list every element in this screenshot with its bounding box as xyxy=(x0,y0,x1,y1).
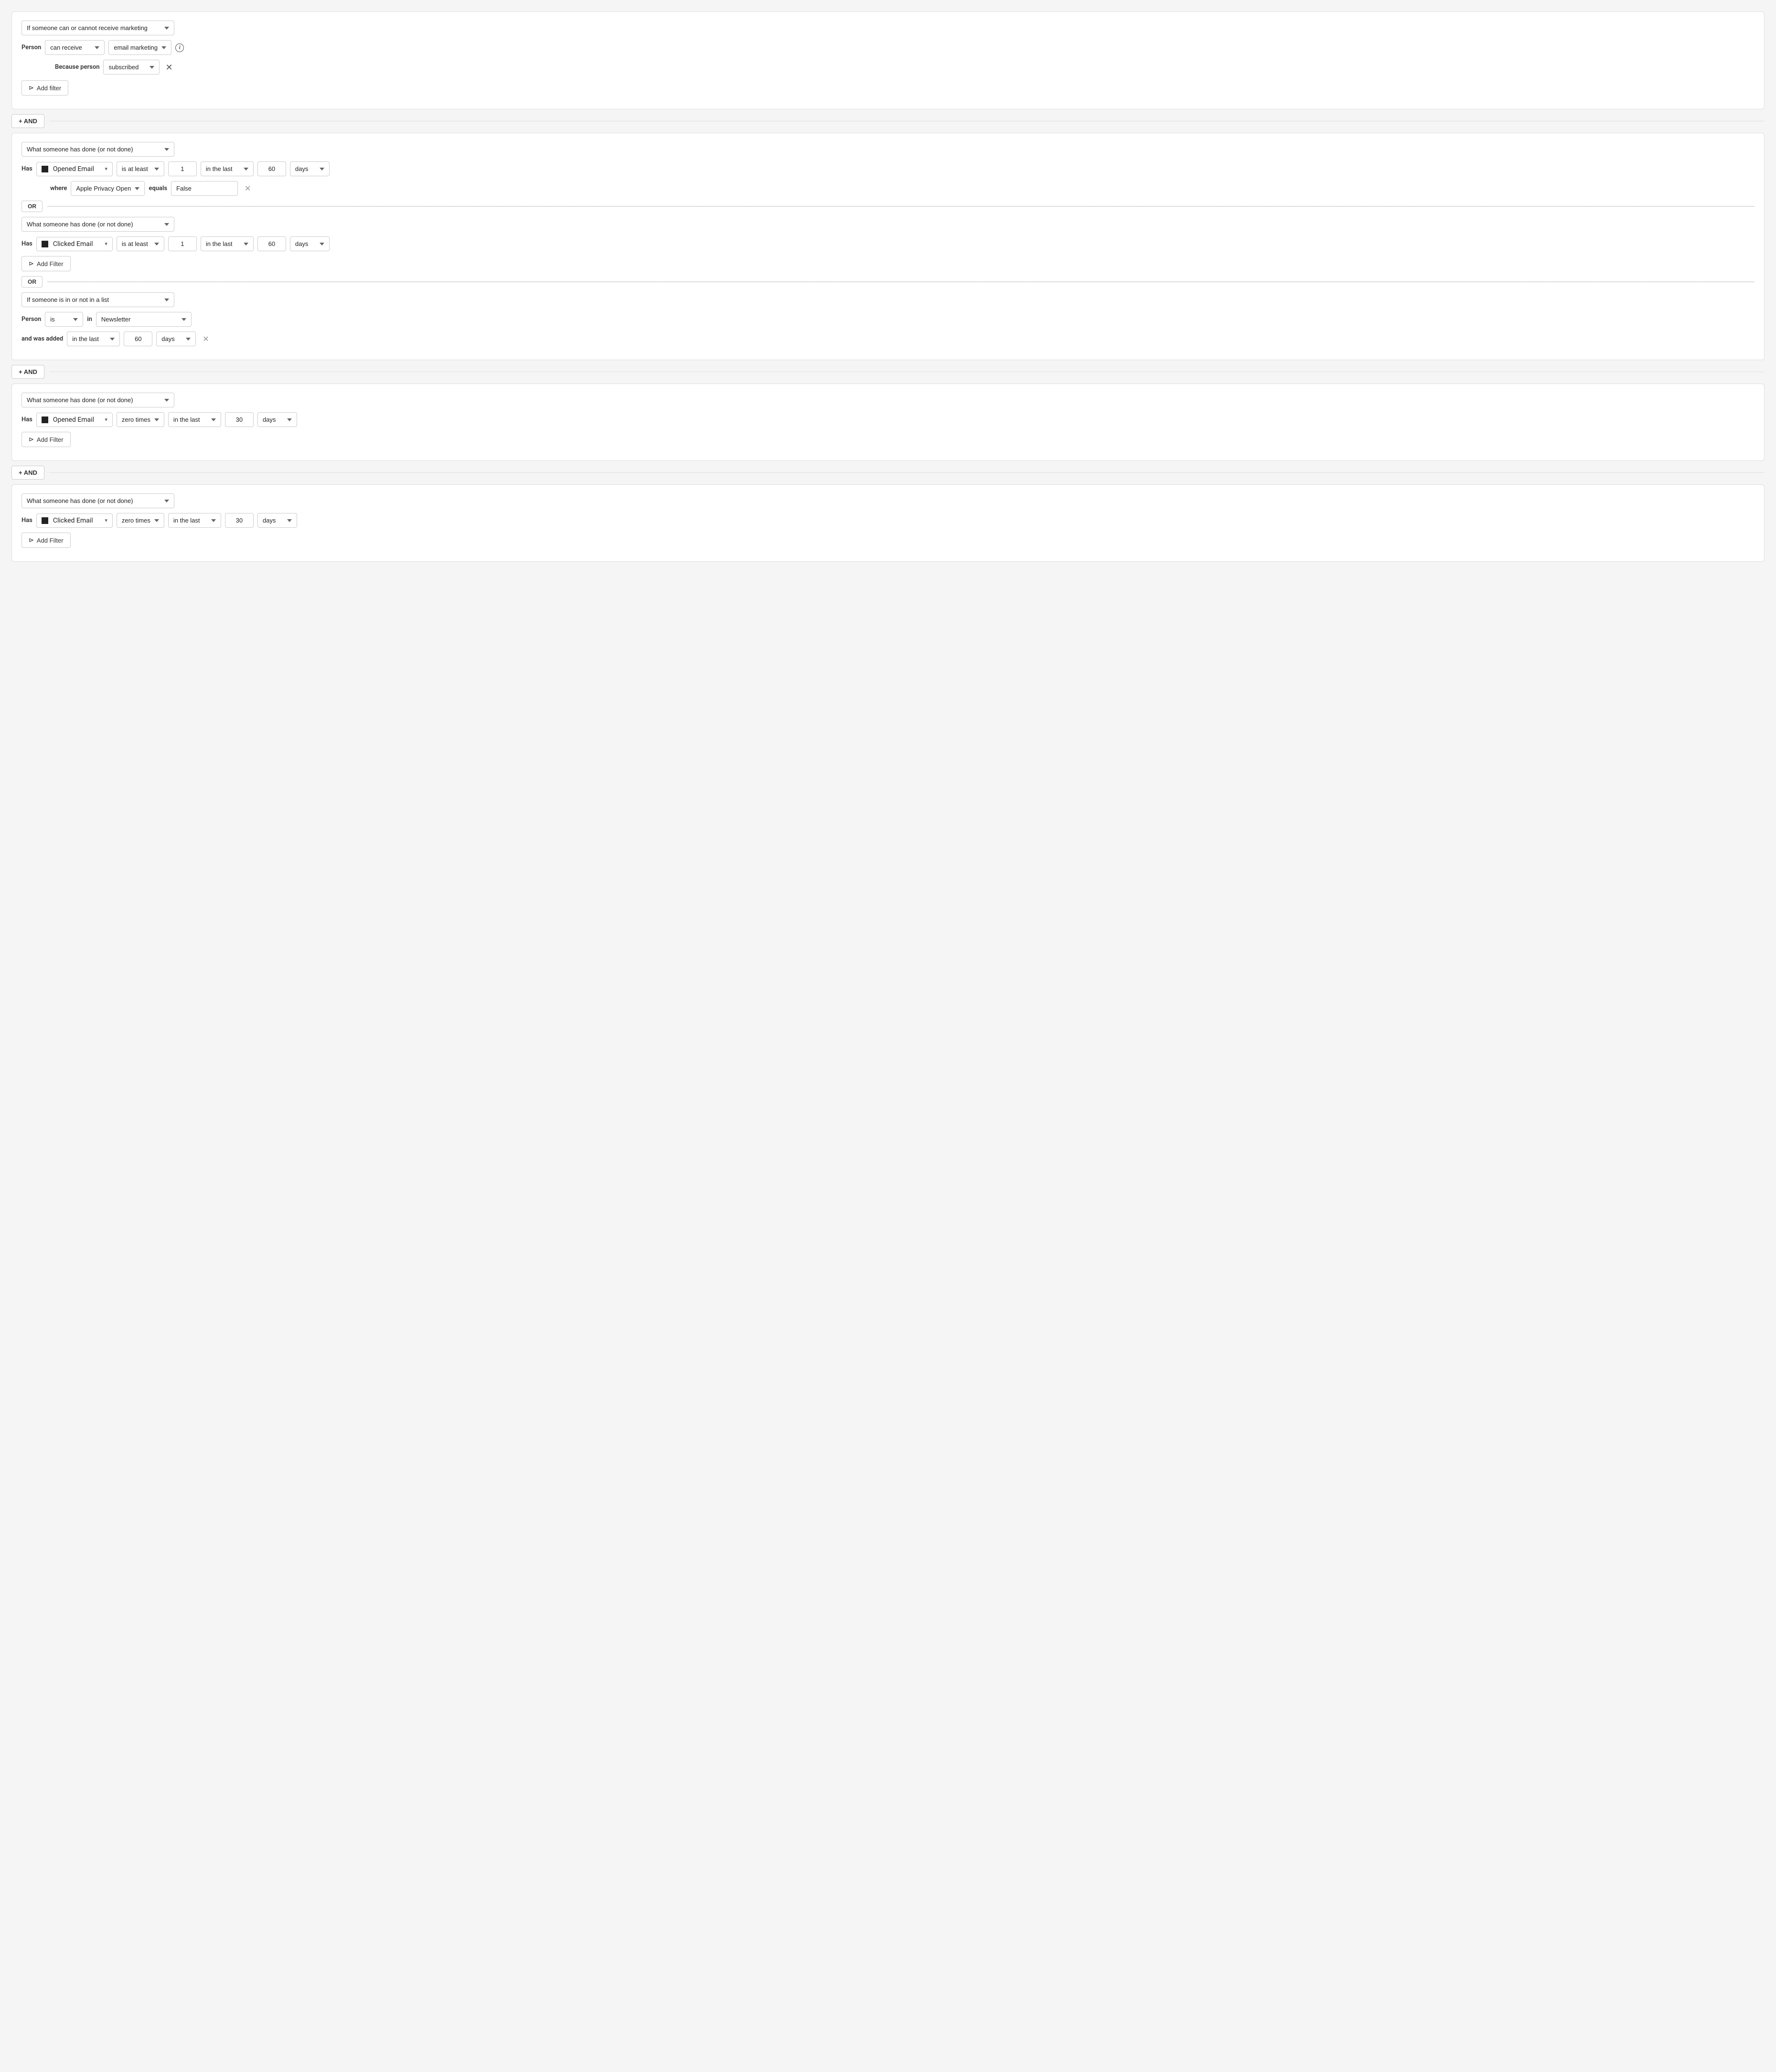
and-was-added-label: and was added xyxy=(21,335,63,342)
group3-section: What someone has done (or not done) Has … xyxy=(11,484,1765,562)
condition-clicked1: What someone has done (or not done) Has … xyxy=(21,217,1755,271)
where-value-input[interactable] xyxy=(171,181,238,196)
time-range-select-clicked1[interactable]: in the last over all time xyxy=(201,236,254,251)
where-label: where xyxy=(50,185,67,192)
in-label-list: in xyxy=(87,316,92,323)
list-time-close-btn[interactable]: ✕ xyxy=(200,333,212,344)
and-line-3 xyxy=(49,472,1765,473)
days-unit-select-opened2[interactable]: days weeks months xyxy=(257,412,297,427)
condition-opened1: What someone has done (or not done) Has … xyxy=(21,142,1755,196)
and-connector-3: + AND xyxy=(11,461,1765,484)
add-filter-label-4: Add Filter xyxy=(37,537,64,544)
marketing-section: If someone can or cannot receive marketi… xyxy=(11,11,1765,109)
where-field-select[interactable]: Apple Privacy Open Campaign Name Subject xyxy=(71,181,145,196)
condition-clicked1-top-dropdown[interactable]: What someone has done (or not done) xyxy=(21,217,174,232)
and-button-2[interactable]: + AND xyxy=(11,365,44,379)
list-name-select[interactable]: Newsletter VIP List Subscribers xyxy=(96,312,192,327)
event-label-1: Opened Email xyxy=(53,165,94,173)
days-input-opened2[interactable] xyxy=(225,412,254,427)
days-input-list[interactable] xyxy=(124,331,152,346)
and-button-1[interactable]: + AND xyxy=(11,114,44,128)
group3-top-dropdown[interactable]: What someone has done (or not done) xyxy=(21,493,174,508)
group1-section: What someone has done (or not done) Has … xyxy=(11,133,1765,360)
or-button-2[interactable]: OR xyxy=(21,276,43,288)
has-label-1: Has xyxy=(21,165,32,172)
has-label-3: Has xyxy=(21,416,32,423)
count-input-clicked1[interactable] xyxy=(168,236,197,251)
or-line-1 xyxy=(47,206,1755,207)
event-select-clicked1[interactable]: Clicked Email xyxy=(36,237,113,251)
frequency-select-opened2[interactable]: is at least is at most zero times xyxy=(117,412,164,427)
condition-opened1-top-dropdown[interactable]: What someone has done (or not done) xyxy=(21,142,174,157)
email-icon-4 xyxy=(42,517,48,524)
add-filter-button-clicked2[interactable]: ⊳ Add Filter xyxy=(21,533,71,548)
event-label-4: Clicked Email xyxy=(53,517,93,524)
condition-list1: If someone is in or not in a list Person… xyxy=(21,292,1755,346)
add-filter-label-3: Add Filter xyxy=(37,436,64,443)
or-connector-1: OR xyxy=(21,201,1755,212)
count-input-opened1[interactable] xyxy=(168,161,197,176)
time-range-select-opened2[interactable]: in the last over all time xyxy=(168,412,221,427)
group2-section: What someone has done (or not done) Has … xyxy=(11,384,1765,461)
add-filter-button-marketing[interactable]: ⊳ Add filter xyxy=(21,80,68,96)
group2-top-dropdown[interactable]: What someone has done (or not done) xyxy=(21,393,174,407)
filter-icon: ⊳ xyxy=(29,84,34,92)
event-select-clicked2[interactable]: Clicked Email xyxy=(36,513,113,528)
event-select-opened2[interactable]: Opened Email xyxy=(36,413,113,427)
is-select-list[interactable]: is is not xyxy=(45,312,83,327)
add-filter-label-2: Add Filter xyxy=(37,260,64,267)
because-person-row: Because person subscribed unsubscribed ✕ xyxy=(55,60,1755,75)
add-filter-label: Add filter xyxy=(37,85,61,92)
info-icon[interactable]: i xyxy=(175,43,184,52)
days-input-opened1[interactable] xyxy=(257,161,286,176)
days-unit-select-opened1[interactable]: days weeks months xyxy=(290,161,330,176)
because-person-label: Because person xyxy=(55,64,99,71)
person-label-list: Person xyxy=(21,316,41,323)
filter-icon-4: ⊳ xyxy=(29,536,34,544)
marketing-type-dropdown[interactable]: If someone can or cannot receive marketi… xyxy=(21,21,174,35)
where-close-btn[interactable]: ✕ xyxy=(242,183,254,194)
or-line-2 xyxy=(47,281,1755,282)
can-receive-select[interactable]: can receive cannot receive xyxy=(45,40,105,55)
days-input-clicked2[interactable] xyxy=(225,513,254,528)
because-person-select[interactable]: subscribed unsubscribed xyxy=(103,60,160,75)
frequency-select-clicked2[interactable]: is at least is at most zero times xyxy=(117,513,164,528)
because-person-close[interactable]: ✕ xyxy=(163,63,174,72)
marketing-channel-select[interactable]: email marketing sms marketing xyxy=(108,40,171,55)
and-connector-1: + AND xyxy=(11,109,1765,133)
or-button-1[interactable]: OR xyxy=(21,201,43,212)
email-icon-3 xyxy=(42,417,48,423)
equals-label: equals xyxy=(149,185,167,192)
where-row-1: where Apple Privacy Open Campaign Name S… xyxy=(50,181,1755,196)
event-label-2: Clicked Email xyxy=(53,240,93,248)
has-label-2: Has xyxy=(21,240,32,247)
filter-icon-3: ⊳ xyxy=(29,436,34,443)
email-icon-2 xyxy=(42,241,48,247)
and-button-3[interactable]: + AND xyxy=(11,466,44,480)
filter-icon-2: ⊳ xyxy=(29,260,34,267)
frequency-select-clicked1[interactable]: is at least is at most zero times xyxy=(117,236,164,251)
days-unit-select-clicked2[interactable]: days weeks months xyxy=(257,513,297,528)
add-filter-button-clicked1[interactable]: ⊳ Add Filter xyxy=(21,256,71,271)
time-range-select-list[interactable]: in the last over all time xyxy=(67,331,120,346)
time-range-select-opened1[interactable]: in the last over all time xyxy=(201,161,254,176)
time-range-select-clicked2[interactable]: in the last over all time xyxy=(168,513,221,528)
list-top-dropdown[interactable]: If someone is in or not in a list xyxy=(21,292,174,307)
or-connector-2: OR xyxy=(21,276,1755,288)
frequency-select-opened1[interactable]: is at least is at most zero times xyxy=(117,161,164,176)
add-filter-button-opened2[interactable]: ⊳ Add Filter xyxy=(21,432,71,447)
days-unit-select-clicked1[interactable]: days weeks months xyxy=(290,236,330,251)
days-unit-select-list[interactable]: days weeks months xyxy=(156,331,196,346)
days-input-clicked1[interactable] xyxy=(257,236,286,251)
person-label: Person xyxy=(21,44,41,51)
email-icon-1 xyxy=(42,166,48,172)
and-connector-2: + AND xyxy=(11,360,1765,384)
event-select-opened1[interactable]: Opened Email xyxy=(36,162,113,176)
has-label-4: Has xyxy=(21,517,32,524)
event-label-3: Opened Email xyxy=(53,416,94,424)
